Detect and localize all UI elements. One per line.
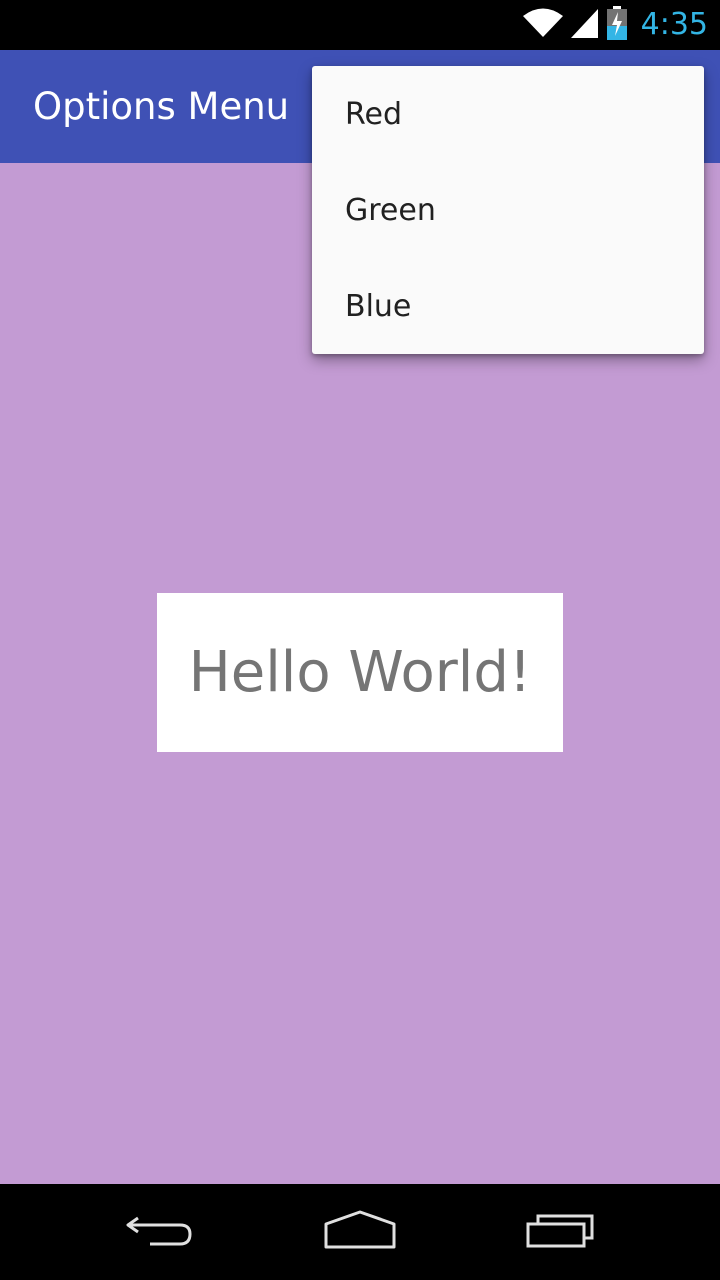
menu-item-green[interactable]: Green [312,162,704,258]
signal-icon [570,7,599,43]
home-button[interactable] [310,1202,410,1262]
wifi-icon [522,7,563,43]
recents-icon [524,1210,596,1254]
back-button[interactable] [110,1202,210,1262]
home-icon [322,1210,398,1254]
status-bar: 4:35 [0,0,720,50]
options-menu-popup: Red Green Blue [312,66,704,354]
battery-charging-icon [606,6,627,44]
screen: 4:35 Options Menu Hello World! Red Green… [0,0,720,1280]
recents-button[interactable] [510,1202,610,1262]
app-title: Options Menu [33,85,290,128]
status-time: 4:35 [640,7,708,42]
hello-text: Hello World! [188,640,532,705]
back-icon [124,1210,196,1254]
menu-item-red[interactable]: Red [312,66,704,162]
status-icons: 4:35 [522,0,708,50]
hello-box: Hello World! [157,593,563,752]
menu-item-blue[interactable]: Blue [312,258,704,354]
navigation-bar [0,1184,720,1280]
